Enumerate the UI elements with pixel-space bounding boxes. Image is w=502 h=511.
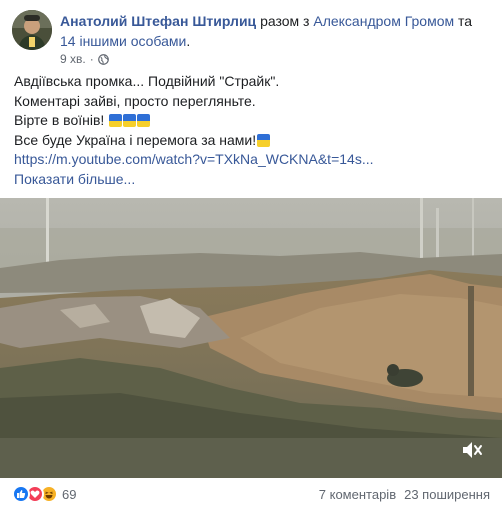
with-prefix: разом з — [260, 13, 310, 29]
see-more-link[interactable]: Показати більше... — [14, 170, 490, 190]
post-line-2: Коментарі зайві, просто перегляньте. — [14, 92, 256, 109]
post-timestamp[interactable]: 9 хв. — [60, 52, 86, 66]
ukraine-flag-icon — [109, 114, 123, 127]
avatar-image — [12, 10, 52, 50]
trailing-dot: . — [186, 33, 191, 49]
post-header: Анатолий Штефан Штирлиц разом з Александ… — [60, 11, 490, 51]
and-text: та — [458, 13, 473, 29]
ukraine-flag-icon — [123, 114, 137, 127]
facebook-post: Анатолий Штефан Штирлиц разом з Александ… — [0, 0, 502, 511]
post-line-3-text: Вірте в воїнів! — [14, 112, 105, 128]
post-line-4-text: Все буде Україна і перемога за нами! — [14, 131, 257, 148]
meta-separator: · — [89, 52, 94, 66]
comments-count[interactable]: 7 коментарів — [319, 487, 396, 502]
youtube-link[interactable]: https://m.youtube.com/watch?v=TXkNa_WCKN… — [14, 150, 490, 170]
engagement-counts: 7 коментарів 23 поширення — [319, 487, 490, 502]
mute-icon[interactable] — [460, 439, 484, 461]
ukraine-flag-icon — [137, 114, 151, 127]
reactions-summary[interactable]: 69 — [12, 485, 76, 503]
post-body: Авдіївська промка... Подвійний "Страйк".… — [14, 72, 490, 189]
author-name[interactable]: Анатолий Штефан Штирлиц — [60, 13, 256, 29]
tagged-person[interactable]: Александром Громом — [313, 13, 454, 29]
video-player[interactable] — [0, 198, 502, 478]
reactions-count[interactable]: 69 — [62, 487, 76, 502]
video-frame — [0, 198, 502, 478]
post-line-1: Авдіївська промка... Подвійний "Страйк". — [14, 73, 280, 89]
tagged-others[interactable]: 14 іншими особами — [60, 33, 186, 49]
post-meta: 9 хв. · — [60, 52, 109, 66]
ukraine-flag-icon — [257, 133, 271, 147]
post-line-3: Вірте в воїнів! — [14, 111, 490, 131]
post-line-4: Все буде Україна і перемога за нами! — [14, 131, 490, 151]
shares-count[interactable]: 23 поширення — [404, 487, 490, 502]
post-footer: 69 7 коментарів 23 поширення — [0, 478, 502, 511]
author-avatar[interactable] — [12, 10, 52, 50]
globe-icon[interactable] — [97, 53, 109, 65]
like-icon — [12, 485, 30, 503]
